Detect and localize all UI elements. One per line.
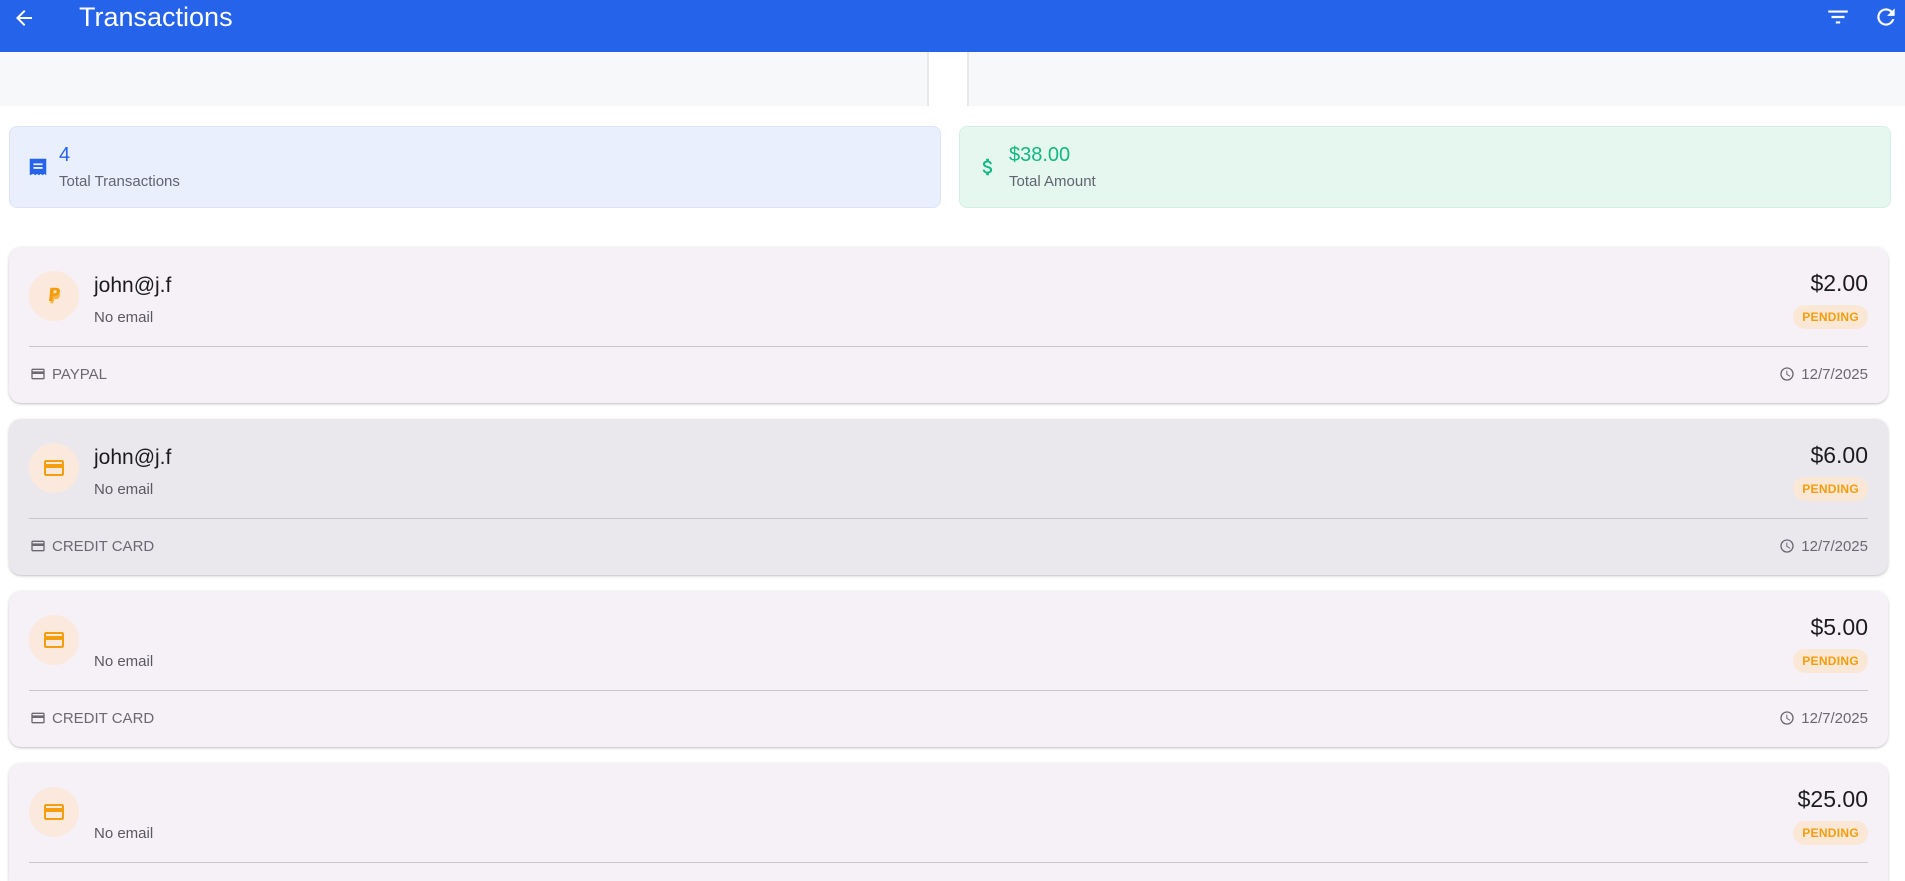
clock-icon [1780,711,1794,725]
filter-gap [929,52,967,106]
avatar [29,271,79,321]
dollar-icon [976,155,1000,179]
page-title: Transactions [79,2,233,32]
avatar [29,443,79,493]
payment-method: CREDIT CARD [30,536,154,556]
transaction-card[interactable]: No email $25.00 PENDING [9,763,1888,881]
transaction-amount: $2.00 [1810,270,1868,296]
transaction-amount: $25.00 [1797,786,1868,812]
payment-method-label: CREDIT CARD [52,709,155,727]
filter-button[interactable] [1824,3,1852,31]
payment-method-label: CREDIT CARD [52,537,155,555]
transaction-date: 12/7/2025 [1779,536,1868,556]
avatar [29,615,79,665]
transaction-amount: $6.00 [1810,442,1868,468]
refresh-button[interactable] [1872,3,1900,31]
status-badge: PENDING [1793,305,1868,329]
total-transactions-value: 4 [59,144,71,166]
total-amount-label: Total Amount [1009,173,1096,190]
receipt-icon [26,155,50,179]
credit-card-icon [31,368,45,380]
filter-icon [1828,10,1848,24]
filter-strip [0,52,1905,106]
customer-email: No email [94,481,154,498]
transaction-date: 12/7/2025 [1779,708,1868,728]
transaction-date: 12/7/2025 [1779,364,1868,384]
app-bar: Transactions [0,0,1905,52]
transaction-card[interactable]: john@j.f No email $2.00 PENDING PAYPAL 1… [9,247,1888,403]
summary-section: 4 Total Transactions $38.00 Total Amount [0,106,1905,226]
total-amount-card: $38.00 Total Amount [959,126,1891,208]
divider [29,346,1868,347]
total-transactions-label: Total Transactions [59,173,180,190]
customer-name: john@j.f [94,446,172,469]
filter-segment-left[interactable] [0,52,927,106]
divider [29,862,1868,863]
credit-card-icon [44,632,64,648]
payment-method: CREDIT CARD [30,708,154,728]
transaction-card[interactable]: No email $5.00 PENDING CREDIT CARD 12/7/… [9,591,1888,747]
credit-card-icon [44,460,64,476]
total-transactions-card: 4 Total Transactions [9,126,941,208]
total-amount-value: $38.00 [1009,144,1071,166]
customer-email: No email [94,309,154,326]
filter-segment-right[interactable] [969,52,1905,106]
avatar [29,787,79,837]
divider [29,518,1868,519]
arrow-back-icon [16,10,32,26]
clock-icon [1780,367,1794,381]
paypal-icon [49,287,61,304]
payment-method: PAYPAL [30,364,107,384]
customer-name: john@j.f [94,274,172,297]
refresh-icon [1877,8,1895,26]
transaction-amount: $5.00 [1810,614,1868,640]
status-badge: PENDING [1793,477,1868,501]
divider [29,690,1868,691]
status-badge: PENDING [1793,821,1868,845]
payment-method-label: PAYPAL [52,365,108,383]
credit-card-icon [44,804,64,820]
back-button[interactable] [10,4,38,32]
transaction-date-label: 12/7/2025 [1801,365,1868,383]
customer-email: No email [94,653,154,670]
clock-icon [1780,539,1794,553]
status-badge: PENDING [1793,649,1868,673]
credit-card-icon [31,712,45,724]
transaction-card[interactable]: john@j.f No email $6.00 PENDING CREDIT C… [9,419,1888,575]
customer-email: No email [94,825,154,842]
transaction-date-label: 12/7/2025 [1801,537,1868,555]
transaction-date-label: 12/7/2025 [1801,709,1868,727]
credit-card-icon [31,540,45,552]
